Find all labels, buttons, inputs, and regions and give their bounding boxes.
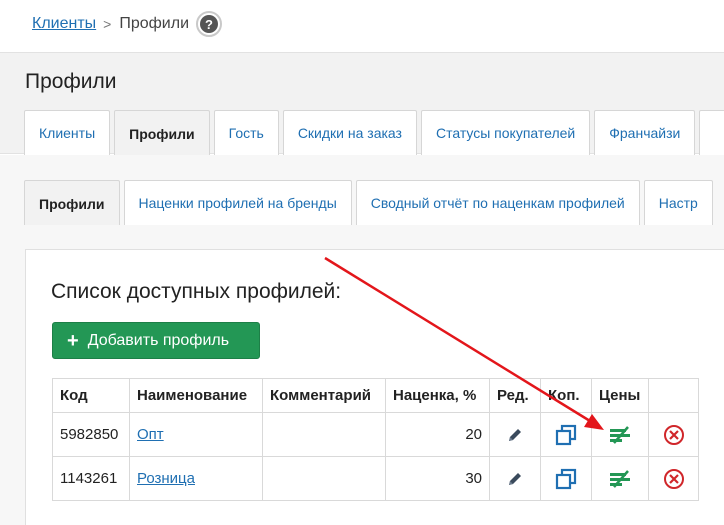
cell-edit [489,456,541,501]
cell-prices [591,412,649,457]
profile-name-link[interactable]: Опт [137,426,164,443]
pencil-icon[interactable] [505,469,525,489]
sub-tabs-panel: Профили Наценки профилей на бренды Сводн… [0,155,724,226]
breadcrumb-separator: > [103,16,112,32]
price-list-icon[interactable] [608,425,632,445]
sub-tabs: Профили Наценки профилей на бренды Сводн… [24,180,717,226]
header-code: Код [52,378,130,413]
header-edit: Ред. [489,378,541,413]
subtab-settings[interactable]: Настр [643,180,713,225]
cell-prices [591,456,649,501]
header-markup: Наценка, % [385,378,490,413]
main-tabs: Клиенты Профили Гость Скидки на заказ Ст… [24,110,724,156]
breadcrumb: Клиенты > Профили ? [32,10,223,38]
tab-order-discounts[interactable]: Скидки на заказ [282,110,417,155]
subtab-brand-markups[interactable]: Наценки профилей на бренды [123,180,352,225]
delete-icon[interactable] [663,424,685,446]
price-list-icon[interactable] [608,469,632,489]
cell-comment [262,456,386,501]
header-name: Наименование [129,378,263,413]
add-profile-button[interactable]: + Добавить профиль [52,322,260,359]
breadcrumb-current: Профили [119,15,190,32]
header-panel: Профили Клиенты Профили Гость Скидки на … [0,52,724,156]
cell-name: Опт [129,412,263,457]
header-comment: Комментарий [262,378,386,413]
list-title: Список доступных профилей: [51,280,342,303]
header-delete [648,378,699,413]
cell-code: 5982850 [52,412,130,457]
page-title: Профили [25,70,117,93]
tab-guest[interactable]: Гость [213,110,279,155]
table-row: 1143261 Розница 30 [52,456,699,501]
cell-comment [262,412,386,457]
add-profile-label: Добавить профиль [87,331,230,349]
subtab-profiles[interactable]: Профили [24,180,120,226]
delete-icon[interactable] [663,468,685,490]
copy-icon[interactable] [555,468,577,490]
cell-copy [540,456,592,501]
table-header-row: Код Наименование Комментарий Наценка, % … [52,378,699,413]
cell-name: Розница [129,456,263,501]
header-prices: Цены [591,378,649,413]
breadcrumb-link-clients[interactable]: Клиенты [32,15,96,33]
cell-copy [540,412,592,457]
tab-clients[interactable]: Клиенты [24,110,111,155]
plus-icon: + [67,329,79,352]
table-row: 5982850 Опт 20 [52,412,699,457]
cell-delete [648,456,699,501]
subtab-markup-report[interactable]: Сводный отчёт по наценкам профилей [355,180,640,225]
profile-name-link[interactable]: Розница [137,470,195,487]
profiles-table: Код Наименование Комментарий Наценка, % … [52,378,699,501]
header-copy: Коп. [540,378,592,413]
cell-code: 1143261 [52,456,130,501]
tab-customer-statuses[interactable]: Статусы покупателей [420,110,591,155]
cell-delete [648,412,699,457]
help-icon[interactable]: ? [196,11,223,37]
tab-profiles[interactable]: Профили [114,110,210,156]
cell-markup: 30 [385,456,490,501]
copy-icon[interactable] [555,424,577,446]
tab-franchise[interactable]: Франчайзи [594,110,696,155]
tab-more[interactable] [699,110,724,155]
pencil-icon[interactable] [505,425,525,445]
cell-markup: 20 [385,412,490,457]
help-icon-glyph: ? [200,15,219,33]
cell-edit [489,412,541,457]
